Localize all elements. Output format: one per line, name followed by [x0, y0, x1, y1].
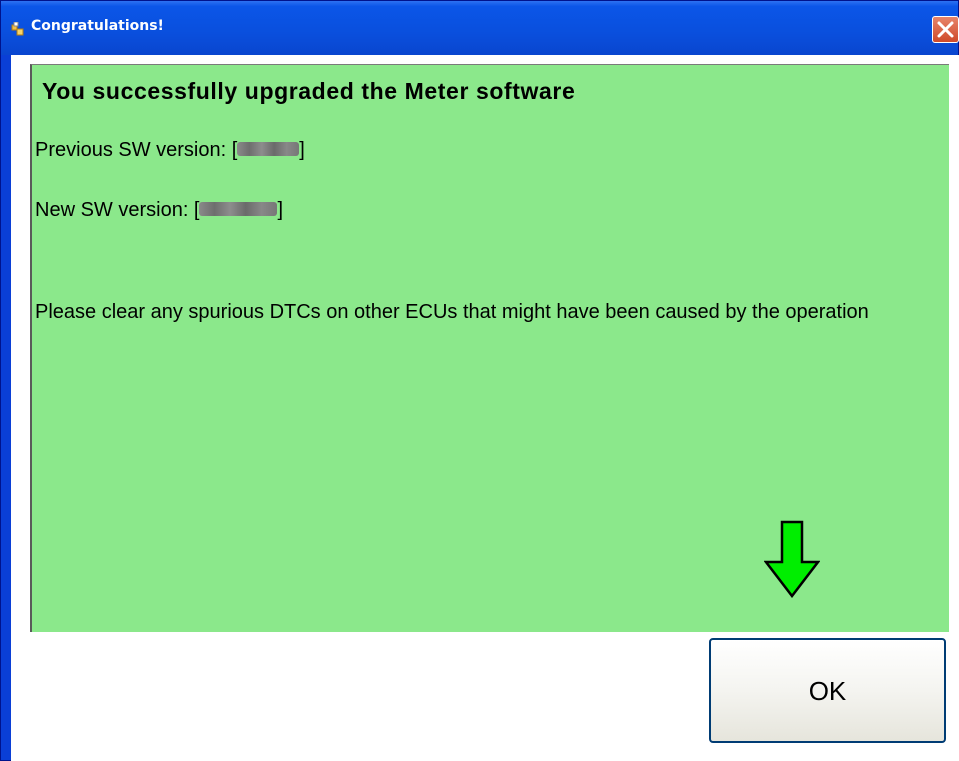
previous-version-line: Previous SW version: []	[35, 139, 305, 162]
window-title: Congratulations!	[31, 18, 164, 34]
close-button[interactable]	[932, 16, 959, 43]
previous-version-redacted	[237, 141, 300, 156]
previous-version-suffix: ]	[299, 139, 305, 161]
app-icon	[11, 22, 24, 36]
close-icon	[937, 21, 954, 38]
instruction-note: Please clear any spurious DTCs on other …	[35, 301, 869, 323]
success-headline: You successfully upgraded the Meter soft…	[42, 78, 576, 104]
new-version-label: New SW version: [	[35, 199, 200, 221]
dialog-window: Congratulations! You successfully upgrad…	[0, 0, 959, 761]
new-version-line: New SW version: []	[35, 199, 283, 222]
ok-button[interactable]: OK	[709, 638, 946, 743]
new-version-suffix: ]	[277, 199, 284, 221]
ok-button-label: OK	[808, 676, 847, 706]
dialog-content: You successfully upgraded the Meter soft…	[11, 55, 959, 761]
down-arrow-icon	[764, 520, 820, 598]
new-version-redacted	[199, 201, 278, 216]
title-bar[interactable]: Congratulations!	[1, 1, 959, 55]
previous-version-label: Previous SW version: [	[35, 139, 238, 161]
